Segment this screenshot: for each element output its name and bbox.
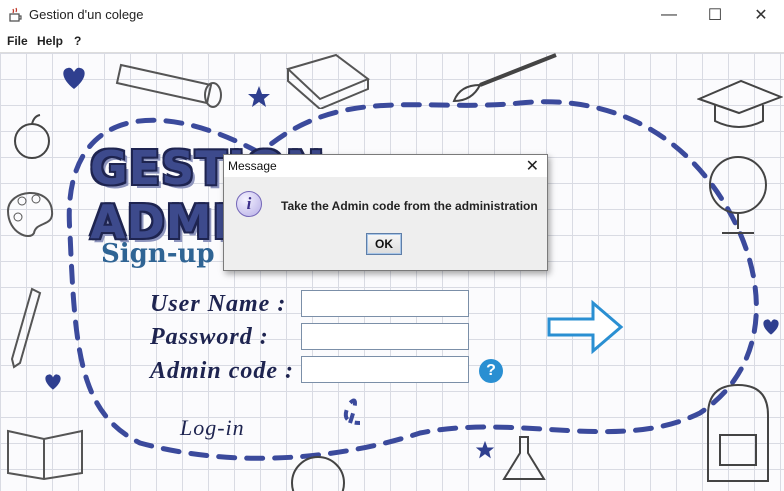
- textbook-icon: [286, 53, 370, 109]
- heart-icon: [45, 374, 61, 390]
- graduation-cap-icon: [697, 79, 783, 128]
- flask-icon: [502, 436, 546, 480]
- menu-file[interactable]: File: [7, 34, 28, 48]
- palette-icon: [6, 192, 54, 238]
- login-link[interactable]: Log-in: [180, 415, 245, 441]
- heart-icon: [763, 319, 779, 335]
- ok-button[interactable]: OK: [366, 233, 402, 255]
- dialog-title: Message: [228, 159, 277, 173]
- menu-bar: File Help ?: [0, 30, 784, 53]
- menu-help[interactable]: Help: [37, 34, 63, 48]
- app-coffee-cup-icon: [9, 7, 22, 22]
- arrow-right-icon: [547, 299, 624, 355]
- window-titlebar: Gestion d'un colege — ☐ ✕: [0, 0, 784, 30]
- minimize-button[interactable]: —: [646, 0, 692, 30]
- apple-icon: [14, 114, 50, 159]
- window-title: Gestion d'un colege: [29, 7, 144, 22]
- star-icon: [248, 86, 270, 107]
- close-button[interactable]: ✕: [738, 0, 784, 30]
- pencil-icon: [10, 287, 42, 369]
- star-icon: [475, 440, 495, 459]
- help-question-icon[interactable]: ?: [479, 359, 503, 383]
- paintbrush-icon: [452, 53, 557, 103]
- admin-code-label: Admin code :: [150, 358, 294, 384]
- dialog-close-button[interactable]: ✕: [526, 156, 539, 176]
- doodle-background: [66, 99, 759, 461]
- maximize-button[interactable]: ☐: [692, 0, 738, 30]
- dialog-titlebar: Message ✕: [224, 155, 547, 177]
- info-icon: i: [236, 191, 262, 217]
- signup-panel: GESTION ADMINISTRATIVE Sign-up ... User …: [0, 53, 784, 491]
- dialog-message: Take the Admin code from the administrat…: [281, 199, 538, 213]
- book-icon: [7, 429, 83, 481]
- message-dialog: Message ✕ i Take the Admin code from the…: [223, 154, 548, 271]
- username-field[interactable]: [301, 290, 469, 317]
- heart-icon: [63, 67, 85, 89]
- diploma-scroll-icon: [115, 63, 222, 108]
- admin-code-field[interactable]: [301, 356, 469, 383]
- ball-icon: [291, 456, 345, 491]
- password-field[interactable]: [301, 323, 469, 350]
- menu-about[interactable]: ?: [74, 34, 81, 48]
- username-label: User Name :: [150, 291, 287, 317]
- password-label: Password :: [150, 324, 269, 350]
- backpack-icon: [707, 383, 769, 482]
